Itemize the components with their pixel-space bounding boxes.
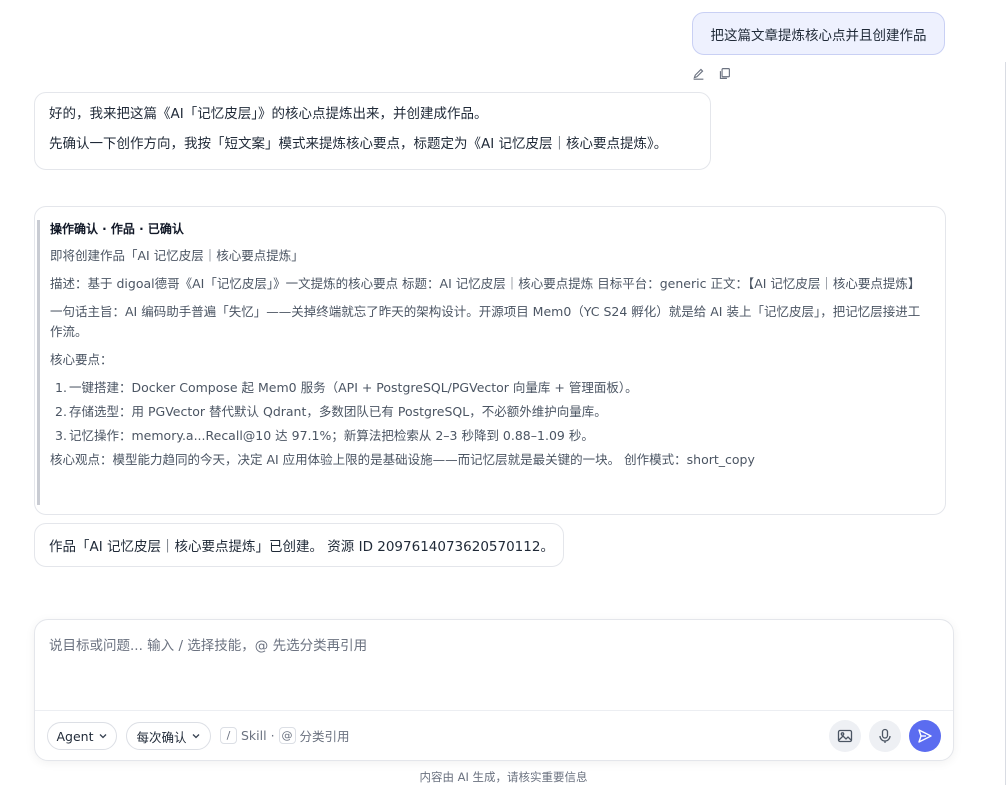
voice-input-button[interactable]	[869, 720, 901, 752]
list-item: 1. 一键搭建：Docker Compose 起 Mem0 服务（API + Po…	[55, 380, 638, 395]
confirm-description: 描述：基于 digoal德哥《AI「记忆皮层」》一文提炼的核心要点 标题：AI …	[50, 276, 921, 291]
operation-confirm-card: 操作确认 · 作品 · 已确认 即将创建作品「AI 记忆皮层｜核心要点提炼」 描…	[34, 206, 946, 515]
confirm-conclusion: 核心观点：模型能力趋同的今天，决定 AI 应用体验上限的是基础设施——而记忆层就…	[50, 452, 755, 467]
confirm-mode-dropdown[interactable]: 每次确认	[126, 722, 211, 750]
slash-key-hint[interactable]: /	[220, 727, 237, 744]
edit-icon[interactable]	[690, 65, 706, 81]
agent-mode-label: Agent	[56, 728, 94, 744]
reply-line-1: 好的，我来把这篇《AI「记忆皮层」》的核心点提炼出来，并创建成作品。	[49, 106, 488, 122]
chevron-down-icon	[192, 734, 199, 739]
result-message-bubble: 作品「AI 记忆皮层｜核心要点提炼」已创建。 资源 ID 20976140736…	[34, 523, 564, 567]
composer-hint: / Skill · @ 分类引用	[220, 726, 350, 745]
user-message-text: 把这篇文章提炼核心点并且创建作品	[710, 27, 927, 44]
ai-disclaimer: 内容由 AI 生成，请核实重要信息	[419, 770, 588, 784]
send-icon	[918, 729, 932, 743]
confirm-summary: 一句话主旨：AI 编码助手普遍「失忆」——关掉终端就忘了昨天的架构设计。开源项目…	[50, 304, 921, 339]
image-upload-button[interactable]	[829, 720, 861, 752]
reply-line-2: 先确认一下创作方向，我按「短文案」模式来提炼核心要点，标题定为《AI 记忆皮层｜…	[49, 136, 668, 152]
confirm-mode-label: 每次确认	[136, 729, 187, 745]
skill-hint-label: Skill ·	[241, 728, 275, 743]
assistant-reply-bubble: 好的，我来把这篇《AI「记忆皮层」》的核心点提炼出来，并创建成作品。 先确认一下…	[34, 92, 711, 170]
list-item: 2. 存储选型：用 PGVector 替代默认 Qdrant，多数团队已有 Pos…	[55, 404, 607, 419]
scrollbar-track[interactable]	[1005, 62, 1006, 785]
confirm-intro: 即将创建作品「AI 记忆皮层｜核心要点提炼」	[50, 248, 304, 263]
message-actions	[690, 64, 734, 82]
composer-divider	[35, 710, 953, 711]
send-button[interactable]	[909, 720, 941, 752]
chat-composer: 说目标或问题... 输入 / 选择技能，@ 先选分类再引用 Agent 每次确认…	[34, 619, 954, 761]
microphone-icon	[879, 728, 891, 743]
list-item: 3. 记忆操作：memory.a...Recall@10 达 97.1%；新算法把…	[55, 428, 594, 443]
chevron-down-icon	[99, 734, 106, 739]
core-points-list: 1. 一键搭建：Docker Compose 起 Mem0 服务（API + Po…	[50, 378, 932, 446]
user-message-bubble: 把这篇文章提炼核心点并且创建作品	[692, 12, 945, 55]
confirm-card-title: 操作确认 · 作品 · 已确认	[50, 222, 184, 236]
confirm-points-label: 核心要点：	[50, 352, 113, 367]
agent-mode-dropdown[interactable]: Agent	[47, 722, 117, 750]
image-icon	[837, 729, 853, 743]
copy-icon[interactable]	[716, 65, 732, 81]
category-hint-label: 分类引用	[299, 729, 350, 744]
message-input[interactable]: 说目标或问题... 输入 / 选择技能，@ 先选分类再引用	[49, 634, 367, 654]
at-key-hint[interactable]: @	[278, 727, 296, 744]
result-message-text: 作品「AI 记忆皮层｜核心要点提炼」已创建。 资源 ID 20976140736…	[49, 539, 554, 555]
confirm-card-body: 操作确认 · 作品 · 已确认 即将创建作品「AI 记忆皮层｜核心要点提炼」 描…	[37, 220, 932, 505]
